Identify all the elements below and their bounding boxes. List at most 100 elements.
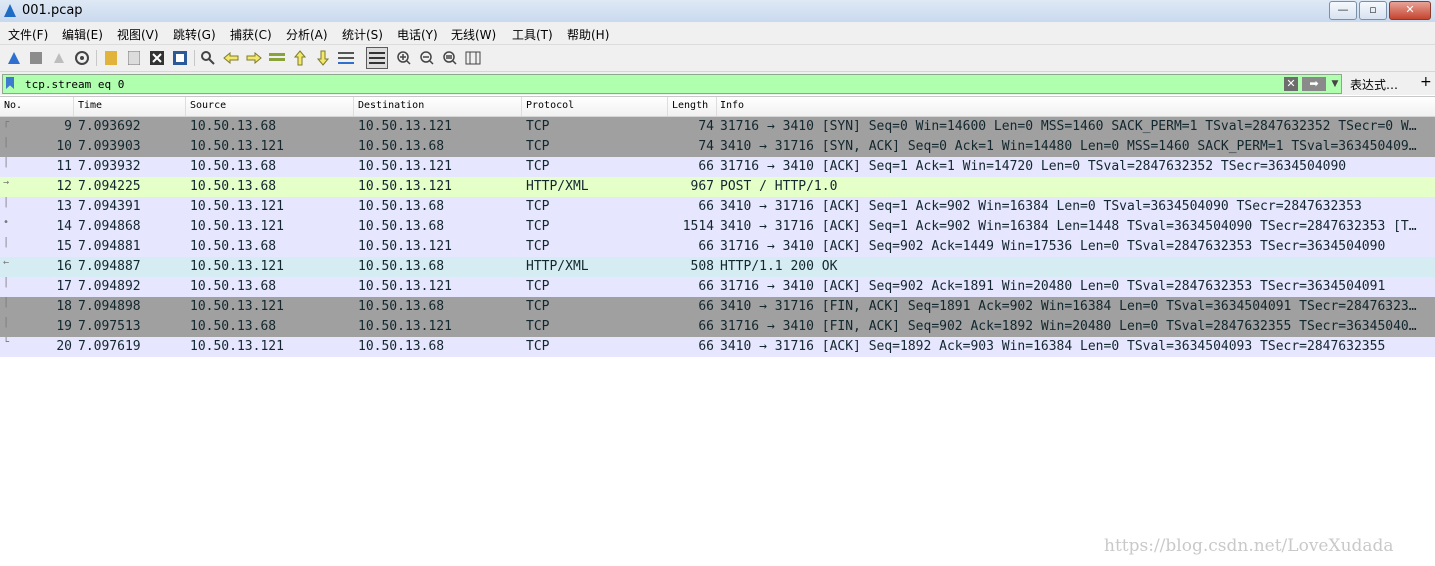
packet-row[interactable]: → 12 7.094225 10.50.13.68 10.50.13.121 HTTP/X… [0, 177, 1435, 197]
packet-row[interactable]: ┌ 9 7.093692 10.50.13.68 10.50.13.121 TCP 74 31… [0, 117, 1435, 137]
column-header-no[interactable]: No. [4, 100, 22, 111]
packet-list[interactable]: No. Time Source Destination Protocol Len… [0, 96, 1435, 566]
packet-row[interactable]: • 14 7.094868 10.50.13.121 10.50.13.68 TCP 151… [0, 217, 1435, 237]
close-button[interactable]: ✕ [1389, 1, 1431, 20]
display-filter-input[interactable]: tcp.stream eq 0 ✕ ➡ ▼ [2, 74, 1342, 94]
restart-capture-icon[interactable] [50, 49, 68, 67]
apply-filter-icon[interactable]: ➡ [1302, 77, 1326, 91]
go-first-icon[interactable] [291, 49, 309, 67]
packet-row[interactable]: │ 13 7.094391 10.50.13.121 10.50.13.68 TCP 66 3… [0, 197, 1435, 217]
capture-options-icon[interactable] [73, 49, 91, 67]
save-file-icon[interactable] [125, 49, 143, 67]
column-header-protocol[interactable]: Protocol [526, 100, 574, 111]
zoom-normal-icon[interactable] [441, 49, 459, 67]
packet-row[interactable]: │ 17 7.094892 10.50.13.68 10.50.13.121 TCP 66 3… [0, 277, 1435, 297]
add-filter-button[interactable]: + [1420, 74, 1432, 90]
packet-info: 3410 → 31716 [FIN, ACK] Seq=1891 Ack=902… [720, 299, 1417, 314]
packet-length: 66 [698, 339, 714, 354]
toolbar-separator [194, 50, 195, 66]
packet-info: POST / HTTP/1.0 [720, 179, 838, 194]
column-header-info[interactable]: Info [720, 100, 744, 111]
packet-info: 31716 → 3410 [ACK] Seq=902 Ack=1449 Win=… [720, 239, 1386, 254]
column-divider[interactable] [716, 97, 717, 116]
packet-row[interactable]: │ 10 7.093903 10.50.13.121 10.50.13.68 TCP 74 3… [0, 137, 1435, 157]
filter-history-dropdown-icon[interactable]: ▼ [1329, 77, 1341, 91]
packet-length: 74 [698, 139, 714, 154]
window-titlebar: 001.pcap — ▫ ✕ [0, 0, 1435, 23]
autoscroll-icon[interactable] [337, 49, 355, 67]
minimize-button[interactable]: — [1329, 1, 1357, 20]
packet-info: 31716 → 3410 [FIN, ACK] Seq=902 Ack=1892… [720, 319, 1417, 334]
packet-rows: ┌ 9 7.093692 10.50.13.68 10.50.13.121 TCP 74 31… [0, 117, 1435, 357]
display-filter-bar: tcp.stream eq 0 ✕ ➡ ▼ 表达式… + [0, 72, 1435, 95]
menu-file[interactable]: 文件(F) [8, 26, 48, 43]
packet-row[interactable]: │ 19 7.097513 10.50.13.68 10.50.13.121 TCP 66 3… [0, 317, 1435, 337]
shark-fin-start-icon[interactable] [5, 49, 23, 67]
menu-edit[interactable]: 编辑(E) [62, 26, 103, 43]
expression-button[interactable]: 表达式… [1350, 76, 1398, 93]
filter-bookmark-icon[interactable] [6, 77, 14, 89]
menu-statistics[interactable]: 统计(S) [342, 26, 383, 43]
go-forward-icon[interactable] [245, 49, 263, 67]
column-header-time[interactable]: Time [78, 100, 102, 111]
column-header-destination[interactable]: Destination [358, 100, 424, 111]
go-back-icon[interactable] [222, 49, 240, 67]
go-to-packet-icon[interactable] [268, 49, 286, 67]
clear-filter-icon[interactable]: ✕ [1284, 77, 1298, 91]
packet-length: 1514 [682, 219, 714, 234]
menu-wireless[interactable]: 无线(W) [451, 26, 496, 43]
packet-length: 967 [690, 179, 714, 194]
packet-list-header: No. Time Source Destination Protocol Len… [0, 97, 1435, 117]
zoom-in-icon[interactable] [395, 49, 413, 67]
packet-info: 3410 → 31716 [ACK] Seq=1 Ack=902 Win=163… [720, 219, 1417, 234]
wireshark-app-icon [4, 4, 16, 17]
menu-tools[interactable]: 工具(T) [512, 26, 553, 43]
window-controls: — ▫ ✕ [1329, 1, 1431, 20]
menu-bar: 文件(F) 编辑(E) 视图(V) 跳转(G) 捕获(C) 分析(A) 统计(S… [0, 22, 1435, 45]
colorize-icon[interactable] [366, 47, 388, 69]
packet-info: 3410 → 31716 [ACK] Seq=1892 Ack=903 Win=… [720, 339, 1386, 354]
packet-length: 66 [698, 159, 714, 174]
open-file-icon[interactable] [102, 49, 120, 67]
zoom-out-icon[interactable] [418, 49, 436, 67]
reload-file-icon[interactable] [171, 49, 189, 67]
stop-capture-icon[interactable] [27, 49, 45, 67]
menu-capture[interactable]: 捕获(C) [230, 26, 272, 43]
maximize-button[interactable]: ▫ [1359, 1, 1387, 20]
packet-info: HTTP/1.1 200 OK [720, 259, 838, 274]
packet-length: 66 [698, 299, 714, 314]
go-last-icon[interactable] [314, 49, 332, 67]
packet-row[interactable]: ← 16 7.094887 10.50.13.121 10.50.13.68 HTTP/X… [0, 257, 1435, 277]
column-divider[interactable] [353, 97, 354, 116]
find-packet-icon[interactable] [199, 49, 217, 67]
close-file-icon[interactable] [148, 49, 166, 67]
column-header-length[interactable]: Length [672, 100, 708, 111]
column-divider[interactable] [73, 97, 74, 116]
packet-length: 66 [698, 239, 714, 254]
packet-row[interactable]: └ 20 7.097619 10.50.13.121 10.50.13.68 TCP 66 3… [0, 337, 1435, 357]
window-title: 001.pcap [22, 3, 83, 18]
toolbar-separator [96, 50, 97, 66]
menu-go[interactable]: 跳转(G) [173, 26, 216, 43]
resize-columns-icon[interactable] [464, 49, 482, 67]
watermark-text: https://blog.csdn.net/LoveXudada [1104, 536, 1394, 556]
packet-length: 66 [698, 319, 714, 334]
column-divider[interactable] [521, 97, 522, 116]
main-toolbar [0, 45, 1435, 72]
packet-length: 508 [690, 259, 714, 274]
menu-help[interactable]: 帮助(H) [567, 26, 609, 43]
packet-info: 31716 → 3410 [ACK] Seq=902 Ack=1891 Win=… [720, 279, 1386, 294]
menu-telephony[interactable]: 电话(Y) [397, 26, 438, 43]
packet-info: 31716 → 3410 [SYN] Seq=0 Win=14600 Len=0… [720, 119, 1417, 134]
column-divider[interactable] [185, 97, 186, 116]
menu-view[interactable]: 视图(V) [117, 26, 159, 43]
packet-row[interactable]: │ 11 7.093932 10.50.13.68 10.50.13.121 TCP 66 3… [0, 157, 1435, 177]
column-header-source[interactable]: Source [190, 100, 226, 111]
packet-length: 66 [698, 199, 714, 214]
menu-analyze[interactable]: 分析(A) [286, 26, 328, 43]
column-divider[interactable] [667, 97, 668, 116]
display-filter-value[interactable]: tcp.stream eq 0 [25, 78, 124, 91]
packet-row[interactable]: │ 18 7.094898 10.50.13.121 10.50.13.68 TCP 66 3… [0, 297, 1435, 317]
packet-row[interactable]: │ 15 7.094881 10.50.13.68 10.50.13.121 TCP 66 3… [0, 237, 1435, 257]
packet-info: 3410 → 31716 [SYN, ACK] Seq=0 Ack=1 Win=… [720, 139, 1417, 154]
